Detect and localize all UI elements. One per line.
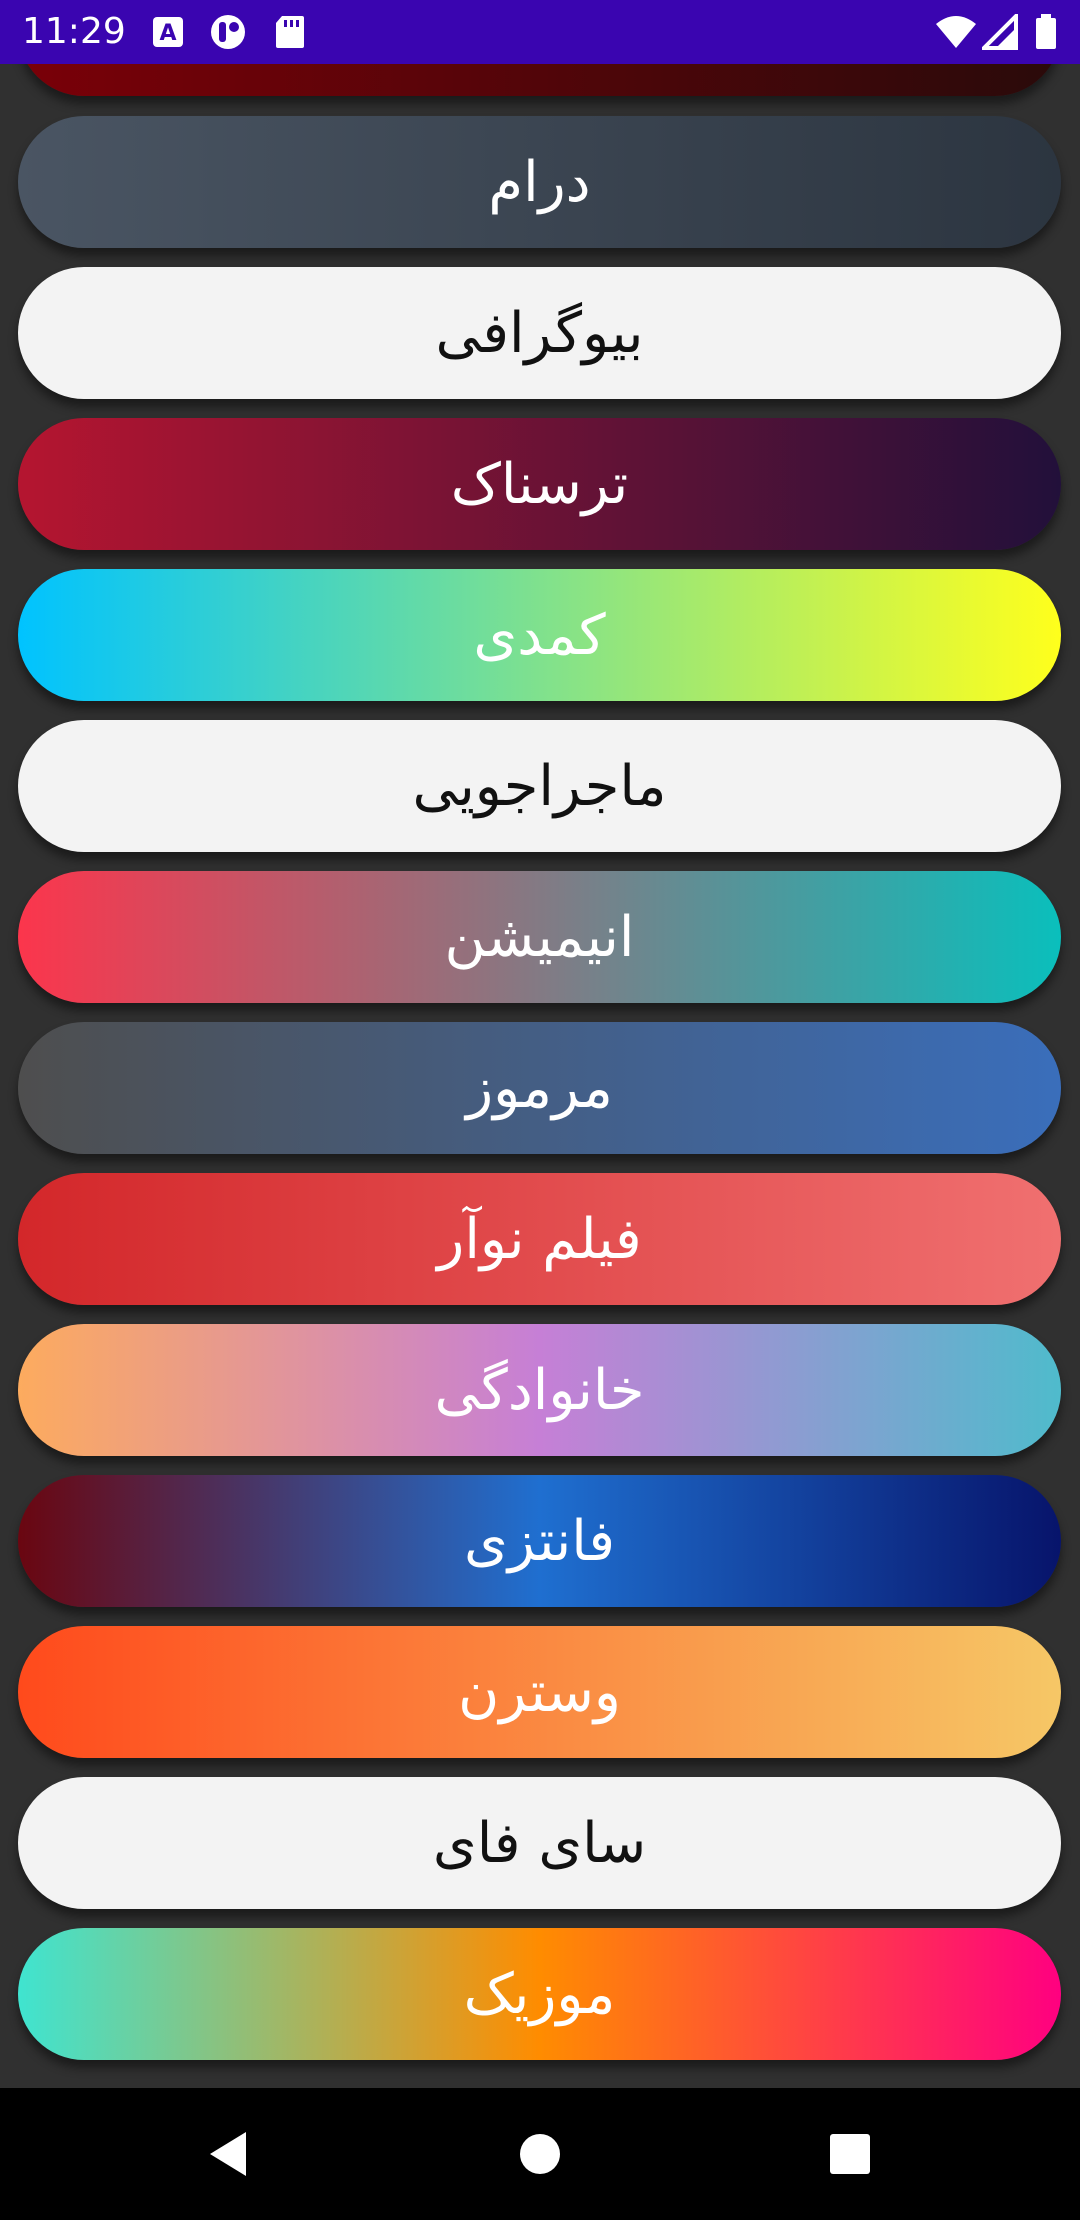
cell-signal-icon <box>979 11 1018 54</box>
genre-label: سای فای <box>432 1810 647 1876</box>
genre-button[interactable]: مرموز <box>18 1022 1061 1154</box>
keyboard-a-icon: A <box>150 14 186 54</box>
genre-button[interactable]: ماجراجویی <box>18 720 1061 852</box>
t-app-icon <box>208 14 248 54</box>
navigation-bar <box>0 2088 1080 2220</box>
home-icon[interactable] <box>506 2120 574 2188</box>
genre-label: فیلم نوآر <box>437 1206 642 1272</box>
genre-button[interactable]: وسترن <box>18 1626 1061 1758</box>
genre-label: درام <box>488 149 591 215</box>
genre-button[interactable]: بیوگرافی <box>18 267 1061 399</box>
genre-label: بیوگرافی <box>435 300 644 366</box>
genre-label: خانوادگی <box>434 1357 645 1423</box>
genre-button[interactable]: خانوادگی <box>18 1324 1061 1456</box>
genre-button[interactable]: موزیک <box>18 1928 1061 2060</box>
genre-label: ترسناک <box>450 451 629 517</box>
genre-list[interactable]: درام بیوگرافی ترسناک کمدی ماجراجویی انیمیشن مر… <box>0 64 1080 2088</box>
genre-label: فانتزی <box>463 1508 616 1574</box>
genre-button[interactable]: درام <box>18 116 1061 248</box>
genre-label: مرموز <box>466 1055 613 1121</box>
genre-label: کمدی <box>473 602 606 668</box>
genre-label: ماجراجویی <box>412 753 667 819</box>
genre-button[interactable]: فیلم نوآر <box>18 1173 1061 1305</box>
genre-button[interactable]: انیمیشن <box>18 871 1061 1003</box>
genre-button[interactable]: سای فای <box>18 1777 1061 1909</box>
genre-button[interactable]: فانتزی <box>18 1475 1061 1607</box>
status-time: 11:29 <box>22 11 126 52</box>
genre-label: وسترن <box>458 1659 621 1725</box>
genre-button-partial[interactable] <box>18 64 1061 96</box>
genre-button[interactable]: کمدی <box>18 569 1061 701</box>
sd-card-icon <box>274 14 306 54</box>
genre-button[interactable]: ترسناک <box>18 418 1061 550</box>
wifi-icon <box>934 14 978 54</box>
status-bar: 11:29 A <box>0 0 1080 64</box>
genre-label: موزیک <box>463 1961 616 2027</box>
back-icon[interactable] <box>200 2120 268 2188</box>
genre-label: انیمیشن <box>444 904 635 970</box>
battery-icon <box>1034 14 1058 54</box>
recents-icon[interactable] <box>816 2120 884 2188</box>
svg-text:A: A <box>159 21 176 46</box>
